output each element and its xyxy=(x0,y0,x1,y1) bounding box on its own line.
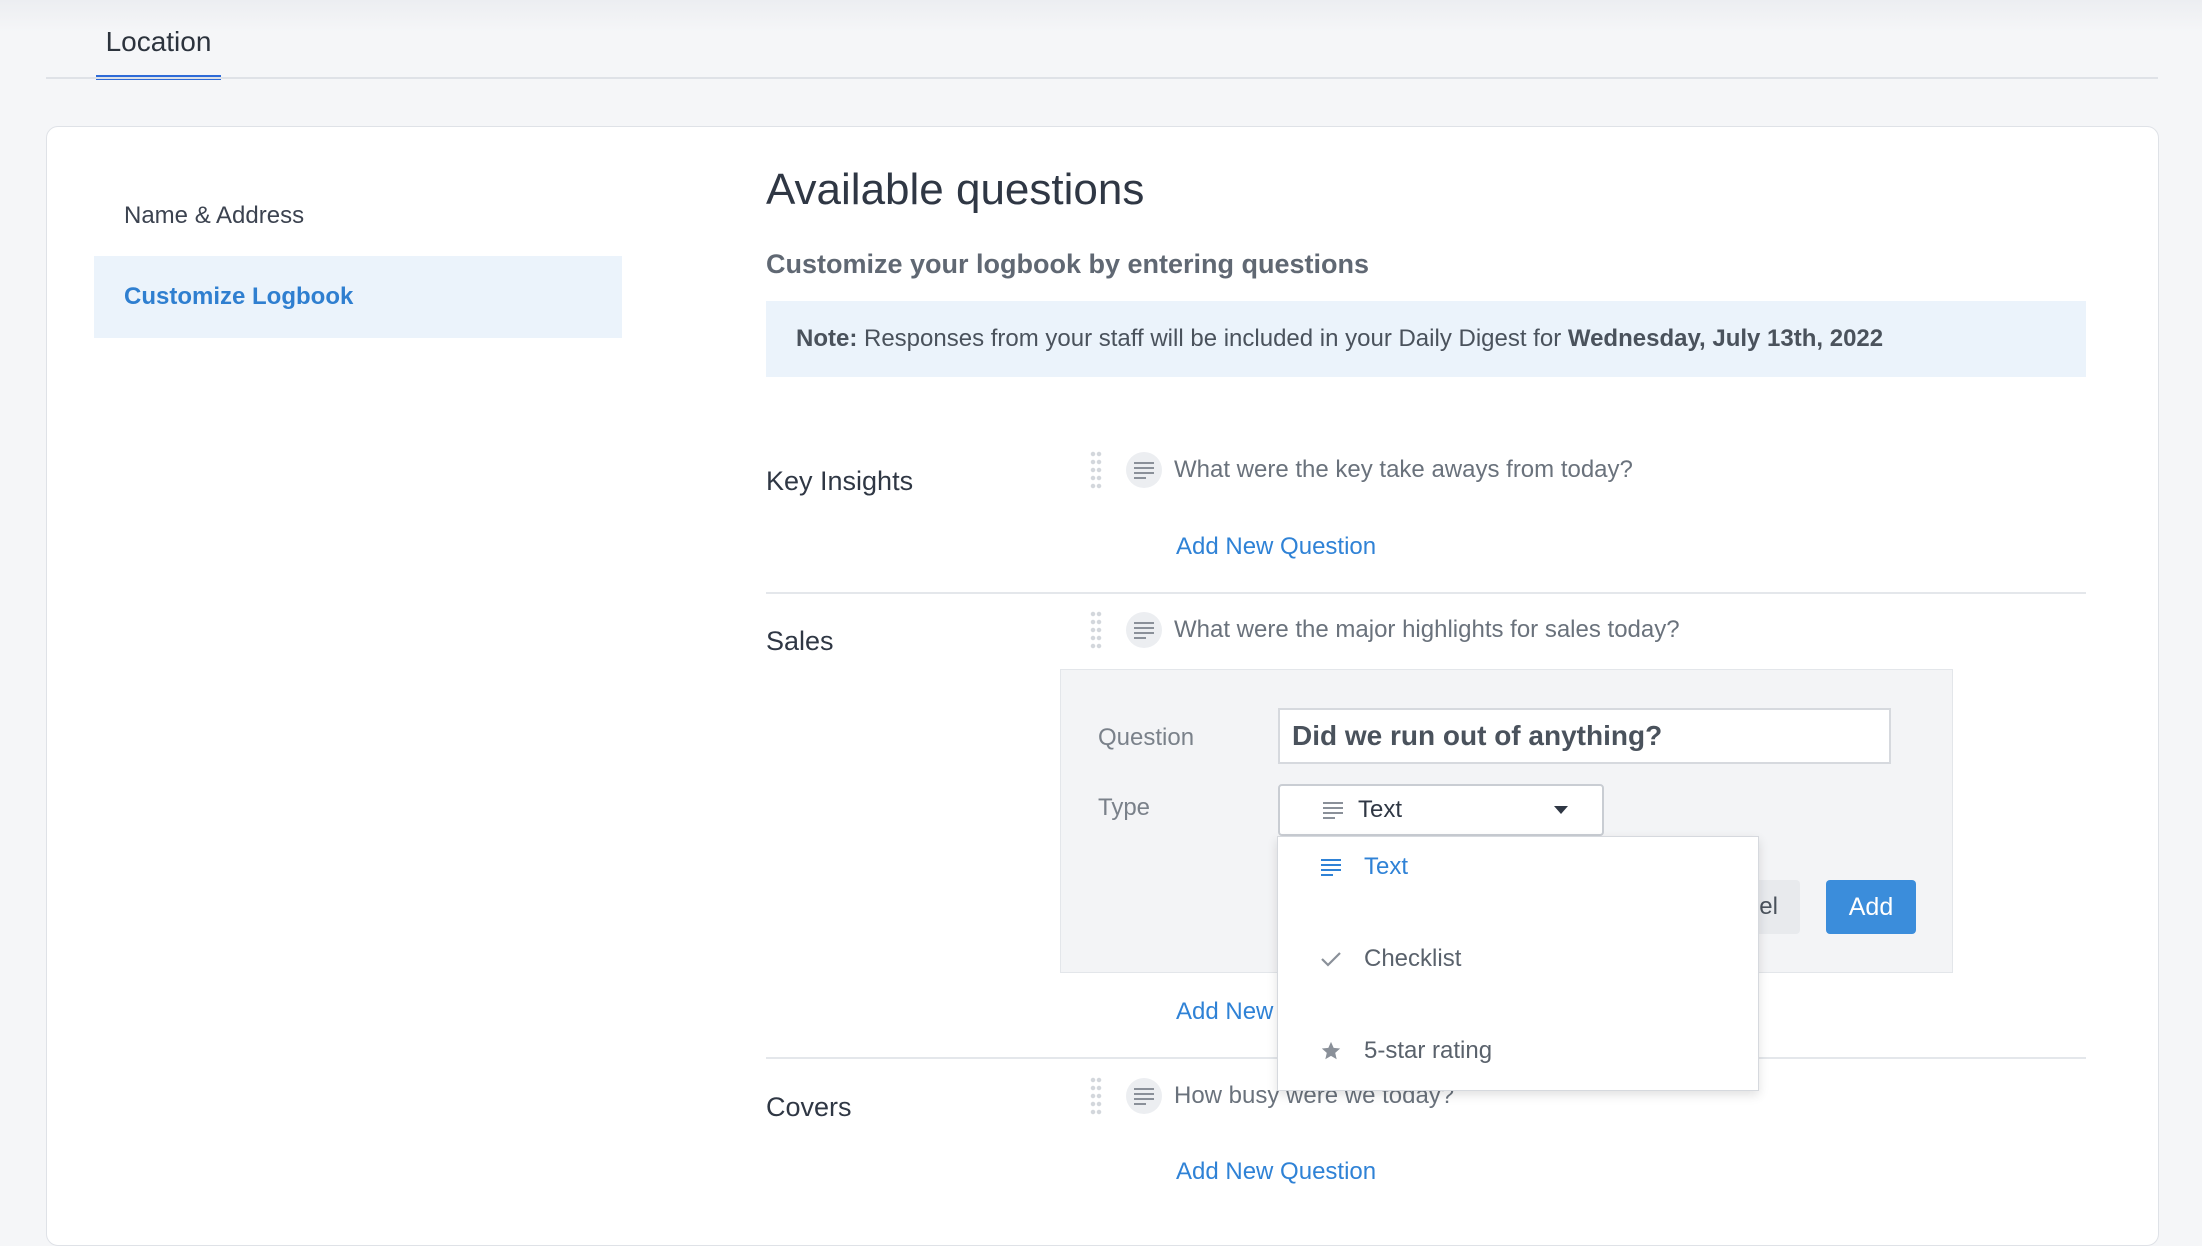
section-divider xyxy=(766,592,2086,594)
note-prefix: Note: xyxy=(796,325,858,352)
sidebar-item-name-address[interactable]: Name & Address xyxy=(94,175,622,257)
tab-divider xyxy=(46,77,2158,79)
note-banner: Note: Responses from your staff will be … xyxy=(766,301,2086,377)
option-label: Text xyxy=(1364,853,1409,880)
add-new-question-link[interactable]: Add New xyxy=(1176,998,1273,1026)
text-type-icon xyxy=(1126,452,1162,488)
note-date: Wednesday, July 13th, 2022 xyxy=(1567,325,1884,352)
page-title: Available questions xyxy=(766,165,1145,214)
section-label-key-insights: Key Insights xyxy=(766,466,914,496)
question-text[interactable]: What were the major highlights for sales… xyxy=(1174,616,1680,644)
add-new-question-link[interactable]: Add New Question xyxy=(1176,1158,1376,1186)
add-new-question-link[interactable]: Add New Question xyxy=(1176,533,1376,561)
check-icon xyxy=(1318,950,1344,968)
note-text: Responses from your staff will be includ… xyxy=(857,325,1568,352)
page-subtitle: Customize your logbook by entering quest… xyxy=(766,249,1370,279)
drag-handle-icon[interactable] xyxy=(1090,610,1102,650)
dropdown-option-checklist[interactable]: Checklist xyxy=(1278,929,1758,989)
star-icon xyxy=(1318,1040,1344,1062)
lines-icon xyxy=(1318,858,1344,876)
type-dropdown-menu: Text Checklist 5-star rating xyxy=(1277,836,1759,1091)
top-bar xyxy=(0,0,2202,80)
drag-handle-icon[interactable] xyxy=(1090,450,1102,490)
question-row: What were the major highlights for sales… xyxy=(1090,610,1680,650)
type-select[interactable]: Text xyxy=(1278,784,1604,836)
question-text[interactable]: What were the key take aways from today? xyxy=(1174,456,1633,484)
section-label-covers: Covers xyxy=(766,1092,852,1122)
drag-handle-icon[interactable] xyxy=(1090,1076,1102,1116)
option-label: 5-star rating xyxy=(1364,1037,1493,1064)
sidebar-item-customize-logbook[interactable]: Customize Logbook xyxy=(94,256,622,338)
add-button[interactable]: Add xyxy=(1826,880,1916,934)
option-label: Checklist xyxy=(1364,945,1462,972)
section-label-sales: Sales xyxy=(766,626,834,656)
dropdown-option-5-star-rating[interactable]: 5-star rating xyxy=(1278,1021,1758,1081)
type-select-value: Text xyxy=(1358,796,1403,823)
type-field-label: Type xyxy=(1098,794,1151,821)
question-row: What were the key take aways from today? xyxy=(1090,450,1633,490)
caret-down-icon xyxy=(1554,806,1568,814)
question-field-label: Question xyxy=(1098,724,1195,751)
dropdown-option-text[interactable]: Text xyxy=(1278,837,1758,897)
lines-icon xyxy=(1322,801,1344,819)
tab-location[interactable]: Location xyxy=(96,0,221,80)
text-type-icon xyxy=(1126,612,1162,648)
text-type-icon xyxy=(1126,1078,1162,1114)
question-input[interactable]: Did we run out of anything? xyxy=(1278,708,1891,764)
